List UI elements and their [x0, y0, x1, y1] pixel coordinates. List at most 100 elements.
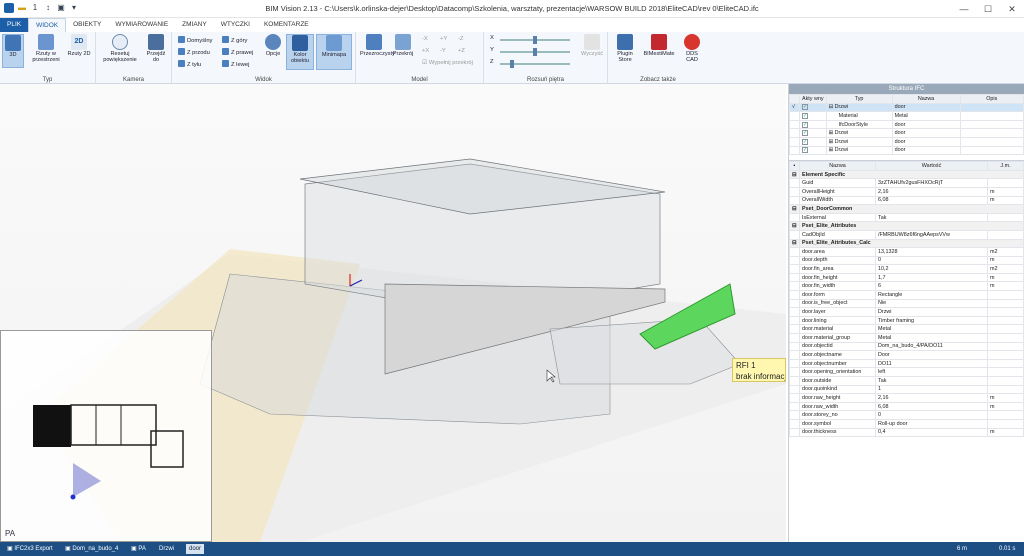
property-row[interactable]: door.lining Timber framing — [789, 315, 1024, 326]
przejdz-do-button[interactable]: Przejdź do — [144, 34, 168, 64]
tab-komentarze[interactable]: KOMENTARZE — [257, 18, 316, 32]
collapse-icon[interactable]: ⊟ — [789, 221, 800, 231]
tab-wymiarowanie[interactable]: WYMIAROWANIE — [108, 18, 175, 32]
property-row[interactable]: door.symbol Roll-up door — [789, 418, 1024, 429]
tab-zmiany[interactable]: ZMIANY — [175, 18, 214, 32]
opcje-button[interactable]: Opcje — [262, 34, 284, 57]
breadcrumb-building[interactable]: ▣ Dom_na_budo_4 — [62, 544, 121, 554]
table-row[interactable]: ✓ ⊞ Drzwi door — [789, 145, 1024, 156]
property-row[interactable]: door.opening_orientation left — [789, 367, 1024, 377]
property-row[interactable]: door.raw_height 2,16 m — [789, 393, 1024, 403]
property-row[interactable]: door.fin_height 1,7 m — [789, 272, 1024, 283]
property-row[interactable]: door.material Metal — [789, 324, 1024, 335]
axis-plus-y[interactable]: +Y — [440, 36, 447, 42]
fill-section-checkbox[interactable]: ☑ Wypełnij przekrój — [422, 60, 473, 66]
property-row[interactable]: door.depth 0 m — [789, 255, 1024, 266]
view-right-button[interactable]: Z prawej — [222, 48, 253, 56]
minimize-icon[interactable]: — — [952, 0, 976, 18]
active-checkbox[interactable]: ✓ — [802, 130, 808, 137]
rzuty-2d-button[interactable]: 2D Rzuty 2D — [66, 34, 92, 57]
collapse-icon[interactable]: ⊟ — [789, 169, 800, 180]
breadcrumb-element[interactable]: door — [186, 544, 205, 554]
property-row[interactable]: CadObjId/FMRBUW8z6f6ngAAepsVVw — [789, 229, 1024, 240]
active-checkbox[interactable]: ✓ — [802, 104, 808, 111]
property-row[interactable]: door.objectnumber DO11 — [789, 358, 1024, 369]
collapse-icon[interactable]: ⊟ — [789, 204, 800, 214]
rfi-tooltip[interactable]: RFI 1 brak informacji — [732, 358, 786, 382]
view-back-button[interactable]: Z tyłu — [178, 60, 201, 68]
przekroj-button[interactable]: Przekrój — [390, 34, 416, 57]
property-row[interactable]: door.thickness 0,4 m — [789, 427, 1024, 438]
close-icon[interactable]: ✕ — [1000, 0, 1024, 18]
property-row[interactable]: door.fin_area 10,2 m2 — [789, 264, 1024, 274]
property-row[interactable]: door.raw_width 6,08 m — [789, 401, 1024, 412]
table-row[interactable]: ✓ Material Metal — [789, 111, 1024, 121]
z-slider-thumb[interactable] — [509, 60, 514, 68]
table-row[interactable]: √ ✓ ⊟ Drzwi door — [789, 102, 1024, 113]
collapse-icon[interactable]: ⊟ — [789, 238, 800, 249]
tab-plik[interactable]: PLIK — [0, 18, 29, 32]
tab-widok[interactable]: WIDOK — [28, 18, 67, 32]
property-category[interactable]: ⊟ Pset_Elite_Attributes — [789, 221, 1024, 231]
axis-plus-z[interactable]: +Z — [458, 48, 465, 54]
3d-button[interactable]: 3D — [2, 34, 24, 68]
wyczysc-button[interactable]: Wyczyść — [578, 34, 606, 57]
view-front-button[interactable]: Z przodu — [178, 48, 210, 56]
table-row[interactable]: ✓ IfcDoorStyle door — [789, 119, 1024, 130]
table-row[interactable]: ✓ ⊞ Drzwi door — [789, 128, 1024, 138]
view-top-button[interactable]: Z góry — [222, 36, 247, 44]
axis-minus-y[interactable]: -Y — [440, 48, 446, 54]
y-slider-thumb[interactable] — [533, 48, 537, 56]
property-category[interactable]: ⊟ Pset_Elite_Attributes_Calc — [789, 238, 1024, 249]
minimap[interactable]: PA — [0, 330, 212, 542]
active-checkbox[interactable]: ✓ — [802, 121, 808, 128]
col-prop-jm[interactable]: J.m. — [987, 161, 1024, 171]
plugin-store-button[interactable]: Plugin Store — [612, 34, 638, 64]
property-row[interactable]: door.material_group Metal — [789, 333, 1024, 343]
z-slider[interactable] — [500, 60, 570, 68]
dds-cad-button[interactable]: DDS CAD — [680, 34, 704, 64]
property-row[interactable]: door.fin_width 6 m — [789, 281, 1024, 292]
x-slider[interactable] — [500, 36, 570, 44]
breadcrumb-ifc-export[interactable]: ▣ IFC2x3 Export — [4, 544, 56, 554]
minimap-plan[interactable] — [1, 331, 213, 542]
rzuty-w-przestrzeni-button[interactable]: Rzuty w przestrzeni — [28, 34, 64, 64]
property-category[interactable]: ⊟ Element Specific — [789, 169, 1024, 180]
minimapa-button[interactable]: Minimapa — [316, 34, 352, 70]
property-row[interactable]: door.objectid Dom_na_budo_4/PA/DO11 — [789, 341, 1024, 352]
tab-wtyczki[interactable]: WTYCZKI — [214, 18, 257, 32]
3d-viewport[interactable]: RFI 1 brak informacji PA — [0, 84, 786, 542]
table-row[interactable]: ✓ ⊞ Drzwi door — [789, 136, 1024, 147]
property-row[interactable]: OverallWidth 6,08 m — [789, 195, 1024, 206]
axis-minus-z[interactable]: -Z — [458, 36, 463, 42]
axis-plus-x[interactable]: +X — [422, 48, 429, 54]
property-row[interactable]: door.storey_no 0 — [789, 410, 1024, 420]
property-row[interactable]: door.area 13,1328 m2 — [789, 247, 1024, 257]
camera-position-icon[interactable] — [70, 494, 76, 500]
active-checkbox[interactable]: ✓ — [802, 138, 808, 145]
breadcrumb-storey[interactable]: ▣ PA — [128, 544, 149, 554]
property-row[interactable]: door.quoinkind 1 — [789, 384, 1024, 395]
przezroczysty-button[interactable]: Przezroczysty — [360, 34, 395, 57]
tab-obiekty[interactable]: OBIEKTY — [66, 18, 108, 32]
reset-zoom-button[interactable]: Resetuj powiększenie — [100, 34, 140, 64]
col-opis[interactable]: Opis — [959, 94, 1024, 104]
col-prop-nazwa[interactable]: Nazwa — [799, 161, 876, 171]
col-typ[interactable]: Typ — [825, 94, 893, 104]
property-row[interactable]: door.outside Tak — [789, 376, 1024, 386]
view-default-button[interactable]: Domyślny — [178, 36, 212, 44]
active-checkbox[interactable]: ✓ — [802, 147, 808, 154]
y-slider[interactable] — [500, 48, 570, 56]
property-row[interactable]: door.form Rectangle — [789, 290, 1024, 300]
axis-minus-x[interactable]: -X — [422, 36, 428, 42]
property-category[interactable]: ⊟ Pset_DoorCommon — [789, 204, 1024, 214]
property-row[interactable]: OverallHeight 2,16 m — [789, 186, 1024, 197]
col-nazwa[interactable]: Nazwa — [891, 94, 961, 104]
property-row[interactable]: door.is_free_object Nie — [789, 298, 1024, 309]
col-prop-wartosc[interactable]: Wartość — [875, 161, 988, 171]
active-checkbox[interactable]: ✓ — [802, 112, 808, 119]
property-row[interactable]: door.objectname Door — [789, 350, 1024, 360]
breadcrumb-type[interactable]: Drzwi — [156, 544, 177, 554]
kolor-obiektu-button[interactable]: Kolor obiektu — [286, 34, 314, 70]
property-row[interactable]: IsExternal Tak — [789, 212, 1024, 223]
